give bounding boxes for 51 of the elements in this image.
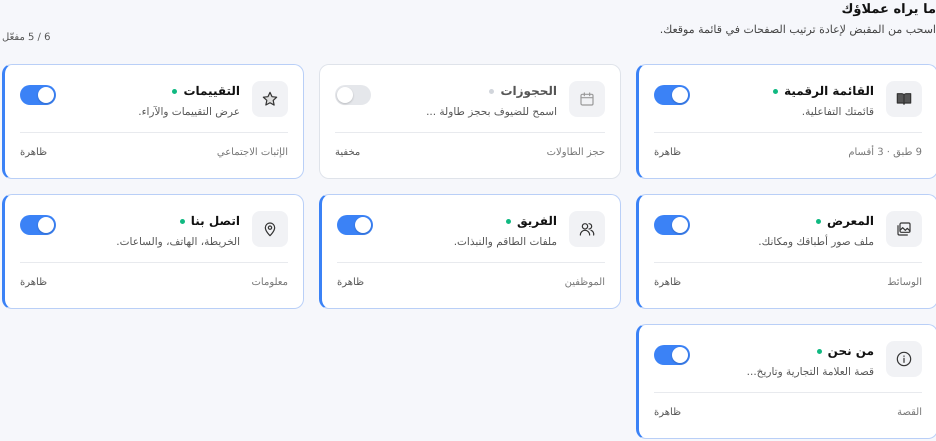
map-pin-icon: [252, 211, 288, 247]
enabled-count: 6 / 5 مفعّل: [2, 32, 50, 43]
toggle-switch[interactable]: [20, 215, 56, 235]
book-icon: [886, 81, 922, 117]
section-description: قصة العلامة التجارية وتاريخ...: [746, 366, 874, 378]
visibility-status: ظاهرة: [20, 147, 48, 158]
section-card[interactable]: المعرض ملف صور أطباقك ومكانك. الوسائط ظاهرة: [636, 194, 936, 309]
calendar-icon: [569, 81, 605, 117]
visibility-status: ظاهرة: [654, 407, 682, 418]
section-card[interactable]: الفريق ملفات الطاقم والنبذات. الموظفين ظاهرة: [319, 194, 621, 309]
section-description: عرض التقييمات والآراء.: [137, 106, 240, 118]
section-title: الحجوزات: [500, 84, 557, 98]
section-category: الموظفين: [564, 277, 605, 288]
section-description: ملف صور أطباقك ومكانك.: [757, 236, 874, 248]
toggle-switch[interactable]: [20, 85, 56, 105]
toggle-switch[interactable]: [654, 215, 690, 235]
page-subtitle: اسحب من المقبض لإعادة ترتيب الصفحات في قائمة موقعك.: [660, 23, 936, 36]
visibility-status: ظاهرة: [654, 277, 682, 288]
section-category: الإثبات الاجتماعي: [216, 147, 288, 158]
toggle-switch[interactable]: [654, 345, 690, 365]
section-card[interactable]: من نحن قصة العلامة التجارية وتاريخ... القصة ظاهرة: [636, 324, 936, 439]
section-card[interactable]: اتصل بنا الخريطة، الهاتف، والساعات. معلومات ظاهرة: [2, 194, 304, 309]
section-title: التقييمات: [183, 84, 240, 98]
section-title: المعرض: [826, 214, 874, 228]
section-description: ملفات الطاقم والنبذات.: [452, 236, 557, 248]
toggle-switch[interactable]: [654, 85, 690, 105]
section-category: معلومات: [252, 277, 288, 288]
toggle-switch[interactable]: [335, 85, 371, 105]
section-description: قائمتك التفاعلية.: [800, 106, 874, 118]
info-icon: [886, 341, 922, 377]
people-icon: [569, 211, 605, 247]
visibility-status: ظاهرة: [20, 277, 48, 288]
section-category: 9 طبق · 3 أقسام: [848, 147, 922, 158]
section-title: الفريق: [516, 214, 557, 228]
section-description: اسمح للضيوف بحجز طاولة ...: [425, 106, 557, 118]
visibility-status: ظاهرة: [337, 277, 364, 288]
visibility-status: مخفية: [335, 147, 360, 158]
visibility-status: ظاهرة: [654, 147, 682, 158]
section-card[interactable]: التقييمات عرض التقييمات والآراء. الإثبات الاجتماعي ظاهرة: [2, 64, 304, 179]
section-card[interactable]: الحجوزات اسمح للضيوف بحجز طاولة ... حجز الطاولات مخفية: [319, 64, 621, 179]
section-card[interactable]: القائمة الرقمية قائمتك التفاعلية. 9 طبق · 3 أقسام ظاهرة: [636, 64, 936, 179]
page-title: ما يراه عملاؤك: [840, 2, 936, 17]
section-title: القائمة الرقمية: [784, 84, 874, 98]
toggle-switch[interactable]: [337, 215, 373, 235]
section-category: حجز الطاولات: [546, 147, 605, 158]
section-title: من نحن: [828, 344, 874, 358]
section-category: الوسائط: [887, 277, 922, 288]
image-icon: [886, 211, 922, 247]
section-description: الخريطة، الهاتف، والساعات.: [115, 236, 240, 248]
section-title: اتصل بنا: [190, 214, 240, 228]
section-category: القصة: [897, 407, 922, 418]
